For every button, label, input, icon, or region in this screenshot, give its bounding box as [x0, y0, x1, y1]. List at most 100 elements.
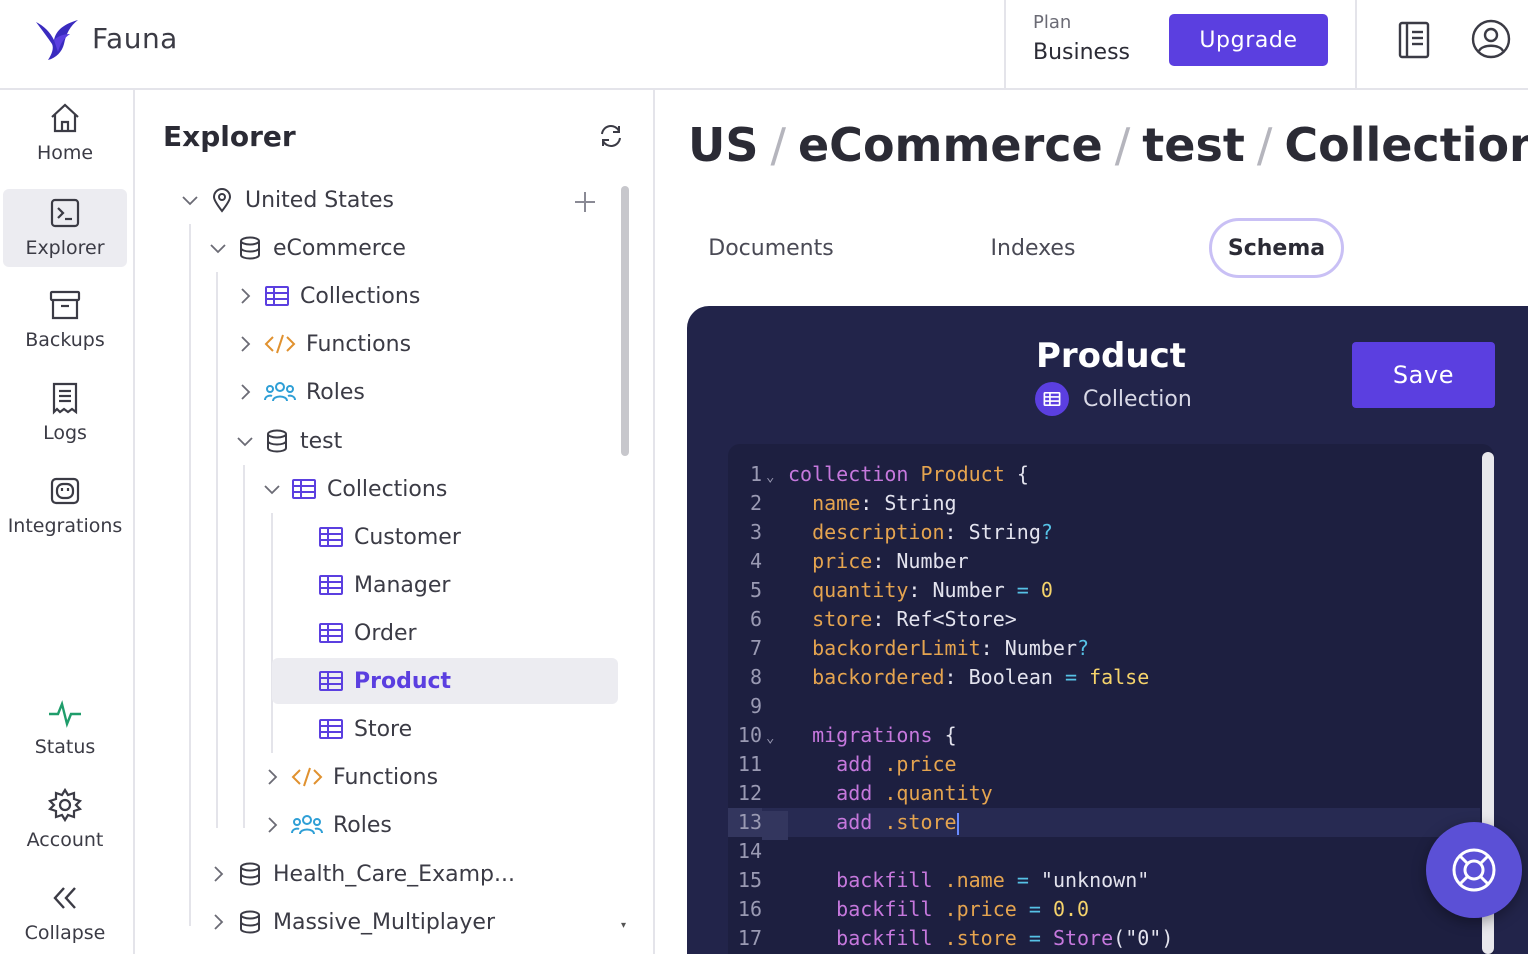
database-icon [240, 862, 260, 886]
code-line[interactable]: 8 backordered: Boolean = false [728, 663, 1480, 692]
tree-item-database[interactable]: Massive_Multiplayer [207, 899, 619, 945]
double-chevron-left-icon [53, 887, 76, 909]
documentation-icon[interactable] [1396, 20, 1434, 60]
tree-item-database[interactable]: eCommerce [207, 225, 619, 271]
tree-item-collections[interactable]: Collections [234, 273, 619, 319]
schema-editor-card: Product Collection Save 1 ⌄ collection Pro… [687, 306, 1528, 954]
users-group-icon [291, 815, 323, 835]
tree-item-collections[interactable]: Collections [261, 466, 619, 512]
code-line[interactable]: 1 ⌄ collection Product { [728, 460, 1480, 489]
help-button[interactable] [1426, 822, 1522, 918]
home-icon [51, 103, 79, 133]
code-line[interactable]: 17 backfill .store = Store("0") [728, 924, 1480, 953]
tree-item-database[interactable]: Health_Care_Examp... [207, 851, 619, 897]
code-line[interactable]: 14 [728, 837, 1480, 866]
code-line[interactable]: 5 quantity: Number = 0 [728, 576, 1480, 605]
nav-integrations[interactable]: Integrations [3, 467, 127, 545]
tree-item-database[interactable]: test [234, 418, 619, 464]
chevron-right-icon[interactable] [234, 333, 256, 355]
tab-documents[interactable]: Documents [700, 218, 842, 278]
refresh-icon[interactable] [597, 122, 625, 150]
code-line[interactable]: 4 price: Number [728, 547, 1480, 576]
tree-item-roles[interactable]: Roles [234, 369, 619, 415]
chevron-right-icon[interactable] [261, 814, 283, 836]
code-line[interactable]: 9 [728, 692, 1480, 721]
nav-home[interactable]: Home [3, 94, 127, 172]
chevron-right-icon[interactable] [234, 381, 256, 403]
tab-schema[interactable]: Schema [1209, 218, 1344, 278]
nav-backups[interactable]: Backups [3, 281, 127, 359]
chevron-right-icon[interactable] [261, 766, 283, 788]
scroll-down-arrow-icon[interactable]: ▾ [621, 920, 626, 931]
nav-status-label: Status [34, 736, 96, 758]
database-icon [240, 236, 260, 260]
tree-item-functions[interactable]: Functions [261, 754, 619, 800]
chevron-down-icon[interactable] [261, 478, 283, 500]
code-editor[interactable]: 1 ⌄ collection Product { 2 name: String 3 … [728, 444, 1494, 954]
breadcrumb-separator: / [1114, 118, 1131, 172]
tree-item-label: test [300, 428, 343, 454]
tree-item-label: Manager [354, 572, 451, 598]
plug-icon [50, 477, 80, 505]
nav-logs[interactable]: Logs [3, 374, 127, 452]
nav-account-label: Account [26, 829, 104, 851]
tree-item-label: Roles [306, 379, 365, 405]
code-line-active[interactable]: 13 add .store [728, 808, 1480, 840]
nav-logs-label: Logs [43, 422, 87, 444]
tree-guide [216, 272, 218, 828]
fauna-logo-icon[interactable] [34, 16, 80, 62]
header-divider [1004, 0, 1006, 88]
code-line[interactable]: 12 add .quantity [728, 779, 1480, 808]
breadcrumb-collections[interactable]: Collections [1284, 118, 1528, 172]
nav-explorer-label: Explorer [25, 237, 105, 259]
tab-indexes[interactable]: Indexes [980, 218, 1086, 278]
nav-explorer[interactable]: Explorer [3, 189, 127, 267]
nav-collapse[interactable]: Collapse [3, 874, 127, 952]
tree-item-label: United States [245, 187, 394, 213]
top-bar: Fauna Plan Business Upgrade [0, 0, 1528, 90]
breadcrumb-region[interactable]: US [688, 118, 758, 172]
code-line[interactable]: 2 name: String [728, 489, 1480, 518]
collection-type: Collection [1035, 382, 1192, 416]
user-profile-icon[interactable] [1470, 18, 1512, 60]
tree-item-label: Functions [306, 331, 412, 357]
plan-value: Business [1033, 40, 1131, 65]
chevron-right-icon[interactable] [234, 285, 256, 307]
code-line[interactable]: 3 description: String? [728, 518, 1480, 547]
receipt-icon [52, 382, 78, 415]
nav-status[interactable]: Status [3, 688, 127, 766]
code-line[interactable]: 6 store: Ref<Store> [728, 605, 1480, 634]
tree-guide [271, 513, 273, 753]
chevron-right-icon[interactable] [207, 863, 229, 885]
tree-item-roles[interactable]: Roles [261, 802, 619, 848]
code-line[interactable]: 10 ⌄ migrations { [728, 721, 1480, 750]
code-line[interactable]: 7 backorderLimit: Number? [728, 634, 1480, 663]
code-line[interactable]: 11 add .price [728, 750, 1480, 779]
nav-backups-label: Backups [25, 329, 105, 351]
text-cursor [956, 812, 959, 835]
table-icon [1035, 382, 1069, 416]
tree-item-functions[interactable]: Functions [234, 321, 619, 367]
breadcrumb-child-database[interactable]: test [1142, 118, 1245, 172]
tree-item-collection-manager[interactable]: Manager [318, 562, 618, 608]
tree-item-collection-customer[interactable]: Customer [318, 514, 618, 560]
chevron-down-icon[interactable] [179, 189, 201, 211]
explorer-scrollbar[interactable] [621, 186, 629, 456]
nav-account[interactable]: Account [3, 781, 127, 859]
code-line[interactable]: 16 backfill .price = 0.0 [728, 895, 1480, 924]
chevron-right-icon[interactable] [207, 911, 229, 933]
tree-item-collection-order[interactable]: Order [318, 610, 618, 656]
tree-item-region[interactable]: United States [179, 177, 619, 223]
tree-item-label: Health_Care_Examp... [273, 861, 515, 887]
upgrade-button[interactable]: Upgrade [1169, 14, 1328, 66]
tree-item-collection-store[interactable]: Store [318, 706, 618, 752]
breadcrumb: US/eCommerce/test/Collections/... [688, 118, 1528, 172]
breadcrumb-database[interactable]: eCommerce [798, 118, 1103, 172]
chevron-down-icon[interactable] [207, 237, 229, 259]
code-line[interactable]: 15 backfill .name = "unknown" [728, 866, 1480, 895]
table-icon [319, 719, 343, 739]
tree-item-collection-product[interactable]: Product [272, 658, 618, 704]
nav-home-label: Home [36, 142, 94, 164]
save-button[interactable]: Save [1352, 342, 1495, 408]
chevron-down-icon[interactable] [234, 430, 256, 452]
